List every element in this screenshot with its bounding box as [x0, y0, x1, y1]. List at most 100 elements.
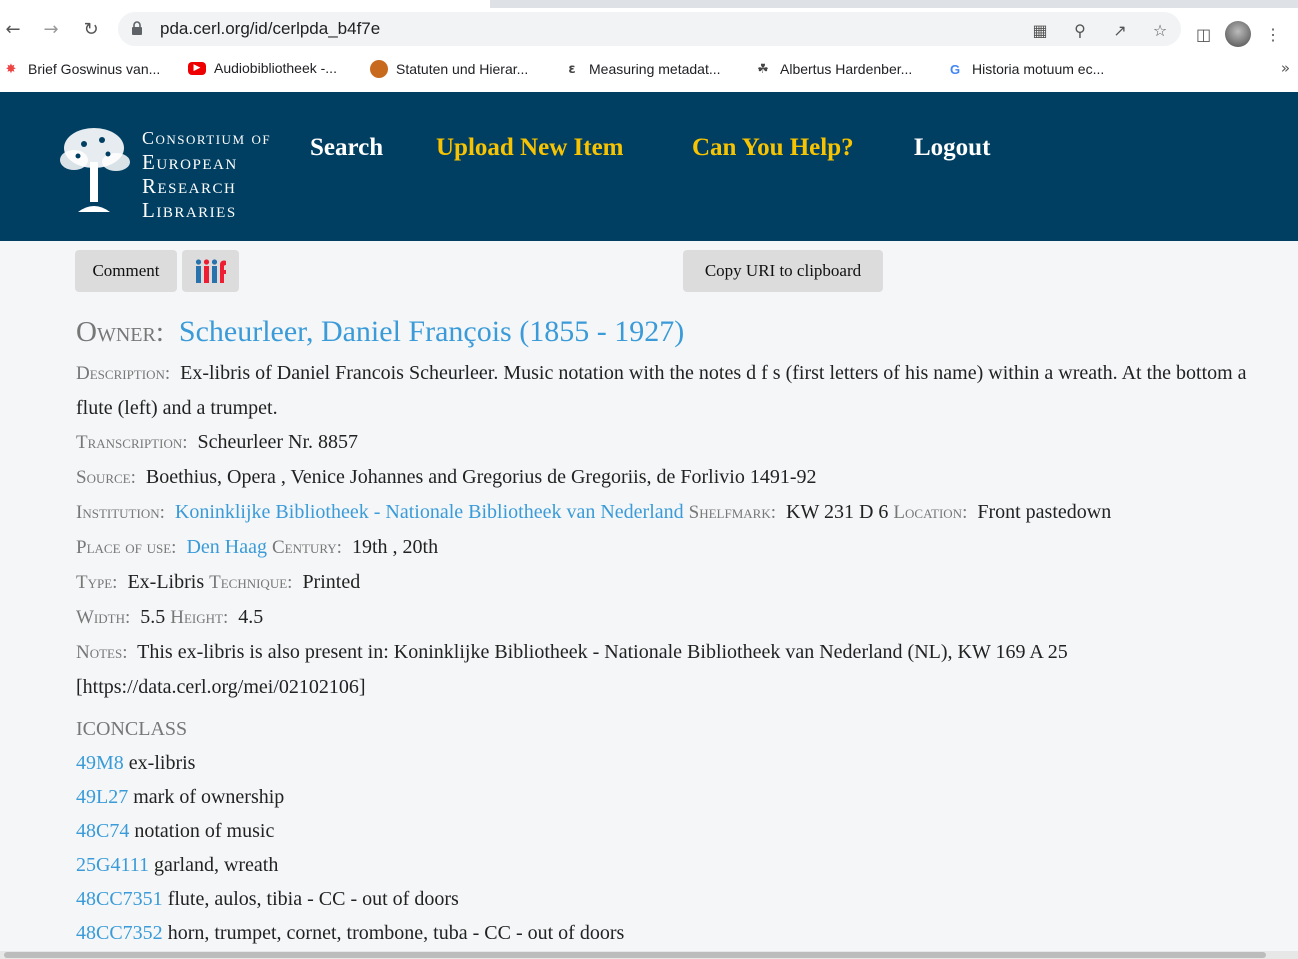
iconclass-code-link[interactable]: 48C74 — [76, 820, 129, 842]
more-bookmarks-icon[interactable]: » — [1281, 59, 1290, 77]
joomla-icon: ✸ — [5, 61, 17, 77]
tree-logo-icon — [60, 128, 130, 212]
iconclass-code-link[interactable]: 49L27 — [76, 786, 128, 808]
logo-text-line: Libraries — [142, 198, 237, 222]
iiif-icon — [195, 259, 226, 283]
iconclass-item: 25G4111 garland, wreath — [76, 848, 1266, 882]
institution-label: Institution: — [76, 502, 165, 523]
technique-label: Technique: — [209, 572, 293, 593]
lock-icon — [132, 21, 142, 35]
iconclass-label: flute, aulos, tibia - CC - out of doors — [167, 888, 459, 910]
record-details: Owner: Scheurleer, Daniel François (1855… — [76, 312, 1266, 950]
height-value: 4.5 — [238, 606, 264, 628]
source-value: Boethius, Opera , Venice Johannes and Gr… — [145, 466, 817, 488]
institution-link[interactable]: Koninklijke Bibliotheek - Nationale Bibl… — [175, 501, 684, 523]
type-value: Ex-Libris — [127, 571, 205, 593]
nav-search[interactable]: Search — [310, 134, 383, 162]
side-panel-icon[interactable]: ◫ — [1196, 25, 1211, 44]
description-value: Ex-libris of Daniel Francois Scheurleer.… — [76, 362, 1247, 419]
iconclass-code-link[interactable]: 49M8 — [76, 752, 124, 774]
nav-upload-new-item[interactable]: Upload New Item — [436, 134, 624, 162]
menu-dots-icon[interactable]: ⋮ — [1265, 25, 1281, 44]
height-label: Height: — [170, 607, 229, 628]
reload-icon[interactable]: ↻ — [78, 16, 104, 42]
transcription-field: Transcription: Scheurleer Nr. 8857 — [76, 425, 1266, 460]
star-icon[interactable]: ☆ — [1149, 19, 1171, 41]
scrollbar-thumb[interactable] — [4, 952, 1266, 958]
iconclass-label: mark of ownership — [133, 786, 285, 808]
google-icon: G — [949, 61, 961, 77]
owner-line: Owner: Scheurleer, Daniel François (1855… — [76, 312, 1266, 352]
bookmark-1[interactable]: ✸ Brief Goswinus van... — [2, 60, 161, 78]
description-field: Description: Ex-libris of Daniel Francoi… — [76, 356, 1266, 425]
place-link[interactable]: Den Haag — [186, 536, 267, 558]
shelfmark-value: KW 231 D 6 — [786, 501, 889, 523]
address-bar[interactable]: pda.cerl.org/id/cerlpda_b4f7e ▦ ⚲ ↗ ☆ — [118, 12, 1181, 46]
iconclass-code-link[interactable]: 48CC7351 — [76, 888, 163, 910]
iconclass-label: ex-libris — [128, 752, 196, 774]
bookmark-label: Measuring metadat... — [589, 61, 721, 77]
description-label: Description: — [76, 363, 171, 384]
avatar-icon — [370, 60, 388, 78]
bookmark-label: Statuten und Hierar... — [396, 61, 529, 77]
translate-icon[interactable]: ▦ — [1029, 19, 1051, 41]
iconclass-item: 48C74 notation of music — [76, 814, 1266, 848]
logo-text-line: European — [142, 150, 238, 174]
source-label: Source: — [76, 467, 136, 488]
shelfmark-label: Shelfmark: — [688, 502, 776, 523]
iconclass-label: notation of music — [134, 820, 275, 842]
dimensions-field: Width: 5.5 Height: 4.5 — [76, 600, 1266, 635]
active-tab[interactable] — [0, 0, 490, 8]
institution-field: Institution: Koninklijke Bibliotheek - N… — [76, 495, 1266, 530]
place-label: Place of use: — [76, 537, 177, 558]
navigation-bar: ← → ↻ pda.cerl.org/id/cerlpda_b4f7e ▦ ⚲ … — [0, 8, 1298, 50]
profile-avatar-icon[interactable] — [1225, 21, 1252, 47]
century-value: 19th , 20th — [351, 536, 439, 558]
bookmark-label: Brief Goswinus van... — [28, 61, 161, 77]
bookmark-3[interactable]: Statuten und Hierar... — [370, 60, 528, 78]
forward-icon[interactable]: → — [38, 16, 64, 42]
notes-value: This ex-libris is also present in: Konin… — [76, 641, 1068, 698]
notes-label: Notes: — [76, 642, 128, 663]
iiif-button[interactable] — [182, 250, 239, 292]
logo-text-line: Research — [142, 174, 237, 198]
bookmark-5[interactable]: ☘ Albertus Hardenber... — [754, 60, 912, 78]
iconclass-code-link[interactable]: 25G4111 — [76, 854, 149, 876]
location-value: Front pastedown — [977, 501, 1112, 523]
horizontal-scrollbar[interactable] — [0, 951, 1298, 959]
iconclass-label: horn, trumpet, cornet, trombone, tuba - … — [167, 922, 625, 944]
iconclass-item: 48CC7352 horn, trumpet, cornet, trombone… — [76, 916, 1266, 950]
iconclass-code-link[interactable]: 48CC7352 — [76, 922, 163, 944]
browser-chrome: ← → ↻ pda.cerl.org/id/cerlpda_b4f7e ▦ ⚲ … — [0, 0, 1298, 92]
nav-can-you-help[interactable]: Can You Help? — [692, 134, 854, 162]
cerl-logo[interactable]: Consortium of European Research Librarie… — [58, 126, 272, 222]
logo-text-line: Consortium of — [142, 128, 272, 148]
technique-value: Printed — [302, 571, 361, 593]
bookmark-label: Albertus Hardenber... — [780, 61, 913, 77]
bookmark-label: Historia motuum ec... — [972, 61, 1105, 77]
century-label: Century: — [272, 537, 342, 558]
iconclass-label: garland, wreath — [153, 854, 279, 876]
nav-logout[interactable]: Logout — [914, 134, 990, 162]
e-logo-icon: ε — [568, 61, 576, 77]
copy-uri-button[interactable]: Copy URI to clipboard — [683, 250, 883, 292]
bookmark-2[interactable]: ▶ Audiobibliotheek -... — [188, 60, 337, 76]
transcription-label: Transcription: — [76, 432, 188, 453]
tree-icon: ☘ — [757, 61, 769, 77]
iconclass-heading: ICONCLASS — [76, 718, 188, 740]
notes-field: Notes: This ex-libris is also present in… — [76, 635, 1266, 704]
iconclass-item: 48CC7351 flute, aulos, tibia - CC - out … — [76, 882, 1266, 916]
type-label: Type: — [76, 572, 118, 593]
zoom-icon[interactable]: ⚲ — [1069, 19, 1091, 41]
place-field: Place of use: Den Haag Century: 19th , 2… — [76, 530, 1266, 565]
type-field: Type: Ex-Libris Technique: Printed — [76, 565, 1266, 600]
bookmark-4[interactable]: ε Measuring metadat... — [563, 60, 721, 78]
back-icon[interactable]: ← — [0, 16, 26, 42]
share-icon[interactable]: ↗ — [1109, 19, 1131, 41]
youtube-icon: ▶ — [188, 61, 206, 75]
url-text[interactable]: pda.cerl.org/id/cerlpda_b4f7e — [160, 19, 380, 39]
comment-button[interactable]: Comment — [75, 250, 177, 292]
bookmark-6[interactable]: G Historia motuum ec... — [946, 60, 1104, 78]
owner-link[interactable]: Scheurleer, Daniel François (1855 - 1927… — [179, 315, 684, 348]
iconclass-item: 49L27 mark of ownership — [76, 780, 1266, 814]
